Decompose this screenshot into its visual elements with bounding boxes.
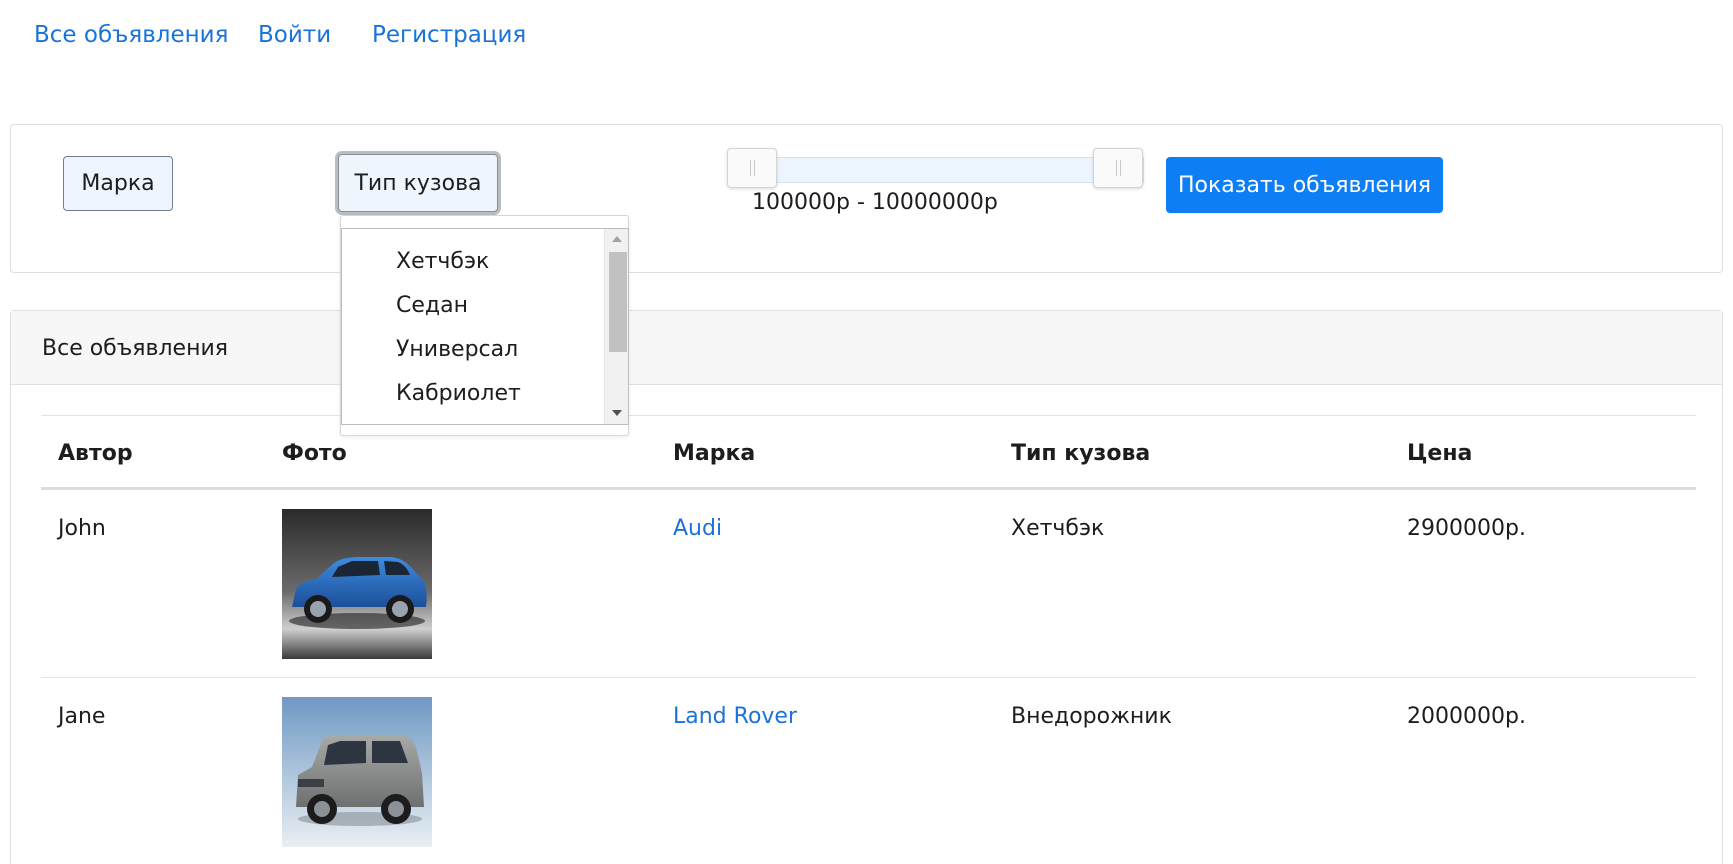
column-header-author: Автор: [58, 441, 133, 466]
ads-list-header: Все объявления: [11, 311, 1722, 385]
scroll-down-arrow-icon[interactable]: [612, 410, 622, 416]
price-min-handle[interactable]: [727, 148, 777, 188]
table-row: Jane Land Rover Внедорожник 2000000р.: [41, 678, 1696, 864]
body-type-option-cabriolet[interactable]: Кабриолет: [396, 381, 521, 406]
row-author: John: [58, 516, 106, 541]
show-ads-button[interactable]: Показать объявления: [1166, 157, 1443, 213]
table-row: John Audi Хетчбэк 2900000р.: [41, 490, 1696, 678]
top-navigation: Все объявления Войти Регистрация: [0, 0, 1733, 72]
row-brand-link[interactable]: Land Rover: [673, 704, 797, 729]
row-brand-link[interactable]: Audi: [673, 516, 722, 541]
body-type-dropdown: Хетчбэк Седан Универсал Кабриолет: [340, 215, 629, 436]
body-type-option-sedan[interactable]: Седан: [396, 293, 468, 318]
column-header-body-type: Тип кузова: [1011, 441, 1151, 466]
column-header-price: Цена: [1407, 441, 1473, 466]
body-type-option-wagon[interactable]: Универсал: [396, 337, 518, 362]
silver-suv-car-photo: [282, 697, 432, 847]
price-range-slider[interactable]: [728, 157, 1144, 183]
nav-login-link[interactable]: Войти: [258, 22, 331, 48]
nav-all-ads-link[interactable]: Все объявления: [34, 22, 228, 48]
row-price: 2900000р.: [1407, 516, 1526, 541]
table-header-row: Автор Фото Марка Тип кузова Цена: [41, 415, 1696, 490]
price-range-label: 100000р - 10000000р: [752, 190, 998, 215]
scroll-thumb[interactable]: [609, 252, 627, 352]
row-body-type: Внедорожник: [1011, 704, 1172, 729]
brand-filter-button[interactable]: Марка: [63, 156, 173, 211]
price-max-handle[interactable]: [1093, 148, 1143, 188]
blue-hatchback-car-photo: [282, 509, 432, 659]
nav-register-link[interactable]: Регистрация: [372, 22, 526, 48]
body-type-filter-button[interactable]: Тип кузова: [338, 154, 498, 212]
column-header-brand: Марка: [673, 441, 756, 466]
ads-list-title: Все объявления: [42, 336, 229, 361]
body-type-options-list[interactable]: Хетчбэк Седан Универсал Кабриолет: [341, 228, 629, 425]
column-header-photo: Фото: [282, 441, 347, 466]
scroll-up-arrow-icon[interactable]: [612, 236, 622, 242]
dropdown-scrollbar[interactable]: [604, 229, 628, 424]
body-type-option-hatchback[interactable]: Хетчбэк: [396, 249, 489, 274]
row-author: Jane: [58, 704, 106, 729]
row-price: 2000000р.: [1407, 704, 1526, 729]
row-body-type: Хетчбэк: [1011, 516, 1105, 541]
